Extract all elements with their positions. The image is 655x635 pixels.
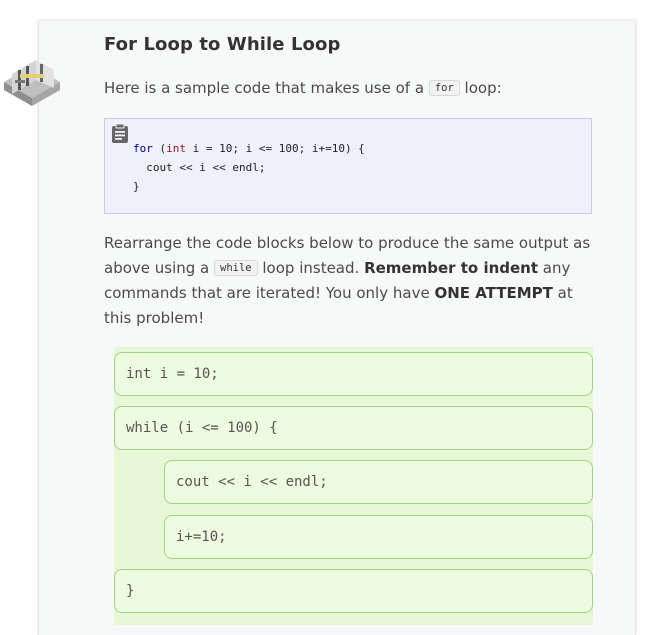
code-block[interactable]: } bbox=[114, 569, 593, 613]
sample-code-box: for (int i = 10; i <= 100; i+=10) { cout… bbox=[104, 118, 592, 214]
page-title: For Loop to While Loop bbox=[104, 34, 341, 55]
sample-code: for (int i = 10; i <= 100; i+=10) { cout… bbox=[133, 139, 365, 196]
instructions-emphasis-attempt: ONE ATTEMPT bbox=[434, 284, 553, 302]
inline-code-while: while bbox=[214, 260, 258, 276]
instructions-text: Rearrange the code blocks below to produ… bbox=[104, 231, 594, 331]
course-logo-icon bbox=[4, 60, 60, 106]
code-keyword-for: for bbox=[133, 142, 153, 155]
code-block[interactable]: cout << i << endl; bbox=[164, 460, 593, 504]
intro-text-before: Here is a sample code that makes use of … bbox=[104, 79, 429, 97]
code-line-1-rest: i = 10; i <= 100; i+=10) { bbox=[186, 142, 365, 155]
intro-text: Here is a sample code that makes use of … bbox=[104, 76, 502, 101]
intro-text-after: loop: bbox=[459, 79, 502, 97]
code-type-int: int bbox=[166, 142, 186, 155]
instructions-part-2: loop instead. bbox=[257, 259, 365, 277]
instructions-emphasis-indent: Remember to indent bbox=[364, 259, 539, 277]
code-block[interactable]: i+=10; bbox=[164, 515, 593, 559]
code-line-3: } bbox=[133, 180, 140, 193]
code-line-2: cout << i << endl; bbox=[133, 161, 266, 174]
inline-code-for: for bbox=[428, 80, 460, 96]
code-block[interactable]: int i = 10; bbox=[114, 352, 593, 396]
code-paren: ( bbox=[152, 142, 167, 155]
clipboard-icon[interactable] bbox=[111, 123, 129, 143]
code-block[interactable]: while (i <= 100) { bbox=[114, 406, 593, 450]
